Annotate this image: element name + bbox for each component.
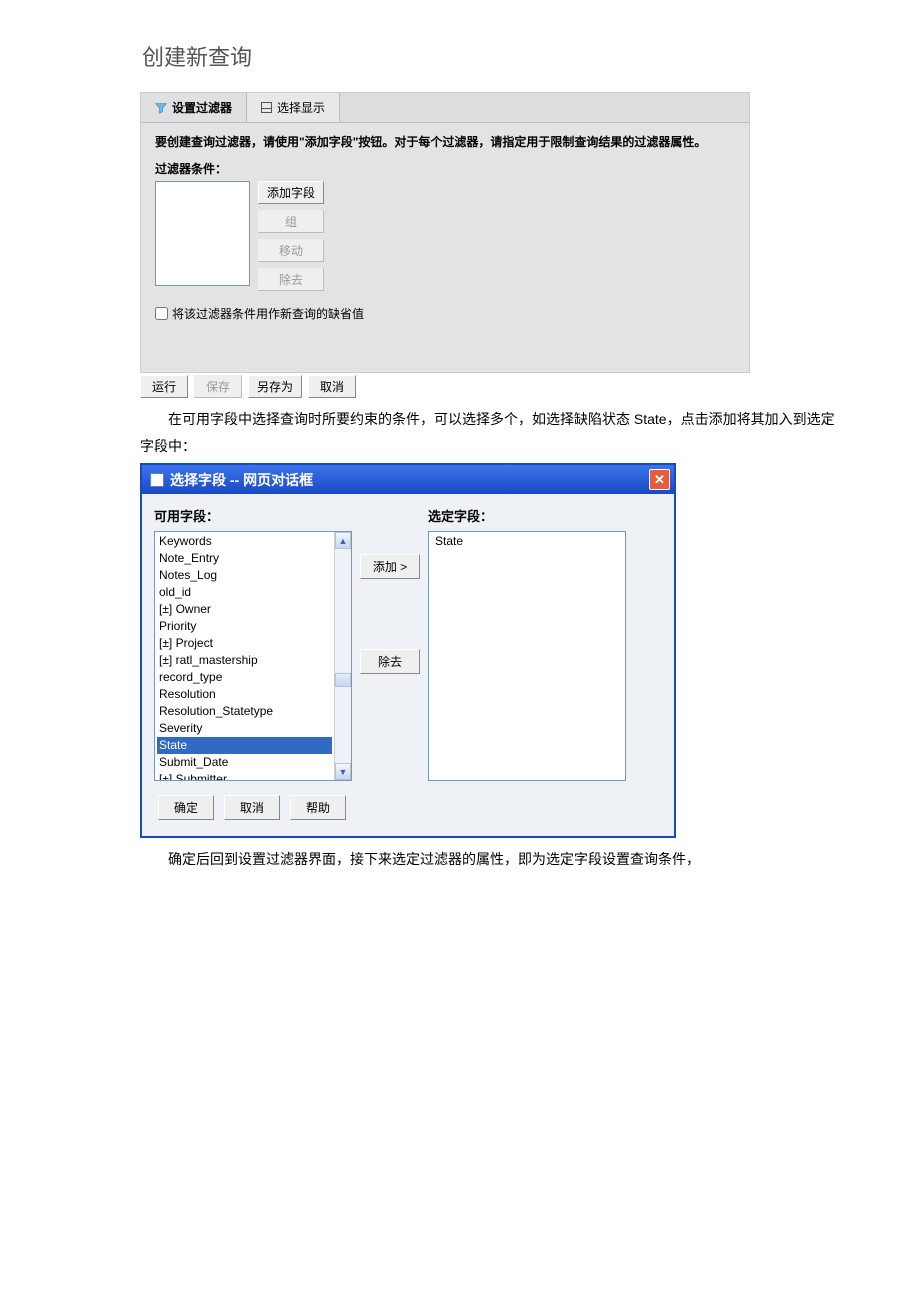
add-button[interactable]: 添加 > [360, 554, 420, 579]
close-icon: ✕ [654, 472, 665, 488]
selected-fields-label: 选定字段： [428, 506, 626, 525]
scrollbar[interactable]: ▲ ▼ [334, 532, 351, 780]
dialog-cancel-button[interactable]: 取消 [224, 795, 280, 820]
list-item[interactable]: Resolution [157, 686, 332, 703]
run-button[interactable]: 运行 [140, 375, 188, 398]
grid-icon [261, 102, 272, 113]
tab-body: 要创建查询过滤器，请使用"添加字段"按钮。对于每个过滤器，请指定用于限制查询结果… [141, 123, 749, 372]
add-field-button[interactable]: 添加字段 [258, 181, 324, 204]
save-as-button[interactable]: 另存为 [248, 375, 302, 398]
ok-button[interactable]: 确定 [158, 795, 214, 820]
paragraph-1: 在可用字段中选择查询时所要约束的条件，可以选择多个，如选择缺陷状态 State，… [140, 406, 840, 459]
tab-label: 设置过滤器 [172, 99, 232, 116]
scroll-track[interactable] [335, 549, 351, 763]
list-item[interactable]: [±] Submitter [157, 771, 332, 780]
page-icon [150, 473, 164, 487]
paragraph-2: 确定后回到设置过滤器界面，接下来选定过滤器的属性，即为选定字段设置查询条件， [140, 846, 840, 873]
list-item[interactable]: Note_Entry [157, 550, 332, 567]
scroll-thumb[interactable] [335, 673, 351, 687]
select-field-dialog: 选择字段 -- 网页对话框 ✕ 可用字段： KeywordsNote_Entry… [140, 463, 676, 838]
save-button: 保存 [194, 375, 242, 398]
filter-panel: 设置过滤器 选择显示 要创建查询过滤器，请使用"添加字段"按钮。对于每个过滤器，… [140, 92, 750, 373]
tab-label: 选择显示 [277, 99, 325, 116]
default-filter-checkbox[interactable] [155, 307, 168, 320]
remove-button: 除去 [258, 268, 324, 291]
conditions-listbox[interactable] [155, 181, 250, 286]
close-button[interactable]: ✕ [649, 469, 670, 490]
page-title: 创建新查询 [140, 40, 780, 72]
list-item[interactable]: Severity [157, 720, 332, 737]
dialog-titlebar[interactable]: 选择字段 -- 网页对话框 ✕ [142, 465, 674, 494]
list-item[interactable]: Priority [157, 618, 332, 635]
available-fields-list[interactable]: KeywordsNote_EntryNotes_Logold_id[±] Own… [154, 531, 352, 781]
default-filter-label: 将该过滤器条件用作新查询的缺省值 [172, 305, 364, 322]
list-item[interactable]: State [433, 534, 621, 548]
list-item[interactable]: [±] Owner [157, 601, 332, 618]
instruction-text: 要创建查询过滤器，请使用"添加字段"按钮。对于每个过滤器，请指定用于限制查询结果… [155, 133, 735, 152]
list-item[interactable]: [±] Project [157, 635, 332, 652]
conditions-label: 过滤器条件： [155, 160, 735, 177]
list-item[interactable]: Notes_Log [157, 567, 332, 584]
list-item[interactable]: old_id [157, 584, 332, 601]
funnel-icon [155, 102, 167, 114]
dialog-title: 选择字段 -- 网页对话框 [170, 470, 643, 490]
cancel-button[interactable]: 取消 [308, 375, 356, 398]
list-item[interactable]: Submit_Date [157, 754, 332, 771]
list-item[interactable]: [±] ratl_mastership [157, 652, 332, 669]
scroll-up-icon[interactable]: ▲ [335, 532, 351, 549]
list-item[interactable]: Resolution_Statetype [157, 703, 332, 720]
help-button[interactable]: 帮助 [290, 795, 346, 820]
move-button: 移动 [258, 239, 324, 262]
tab-bar: 设置过滤器 选择显示 [141, 93, 749, 123]
remove-selected-button[interactable]: 除去 [360, 649, 420, 674]
list-item[interactable]: Keywords [157, 533, 332, 550]
tab-select-display[interactable]: 选择显示 [247, 93, 340, 122]
available-fields-label: 可用字段： [154, 506, 352, 525]
scroll-down-icon[interactable]: ▼ [335, 763, 351, 780]
tab-set-filter[interactable]: 设置过滤器 [141, 93, 247, 122]
selected-fields-list[interactable]: State [428, 531, 626, 781]
list-item[interactable]: State [157, 737, 332, 754]
list-item[interactable]: record_type [157, 669, 332, 686]
group-button: 组 [258, 210, 324, 233]
